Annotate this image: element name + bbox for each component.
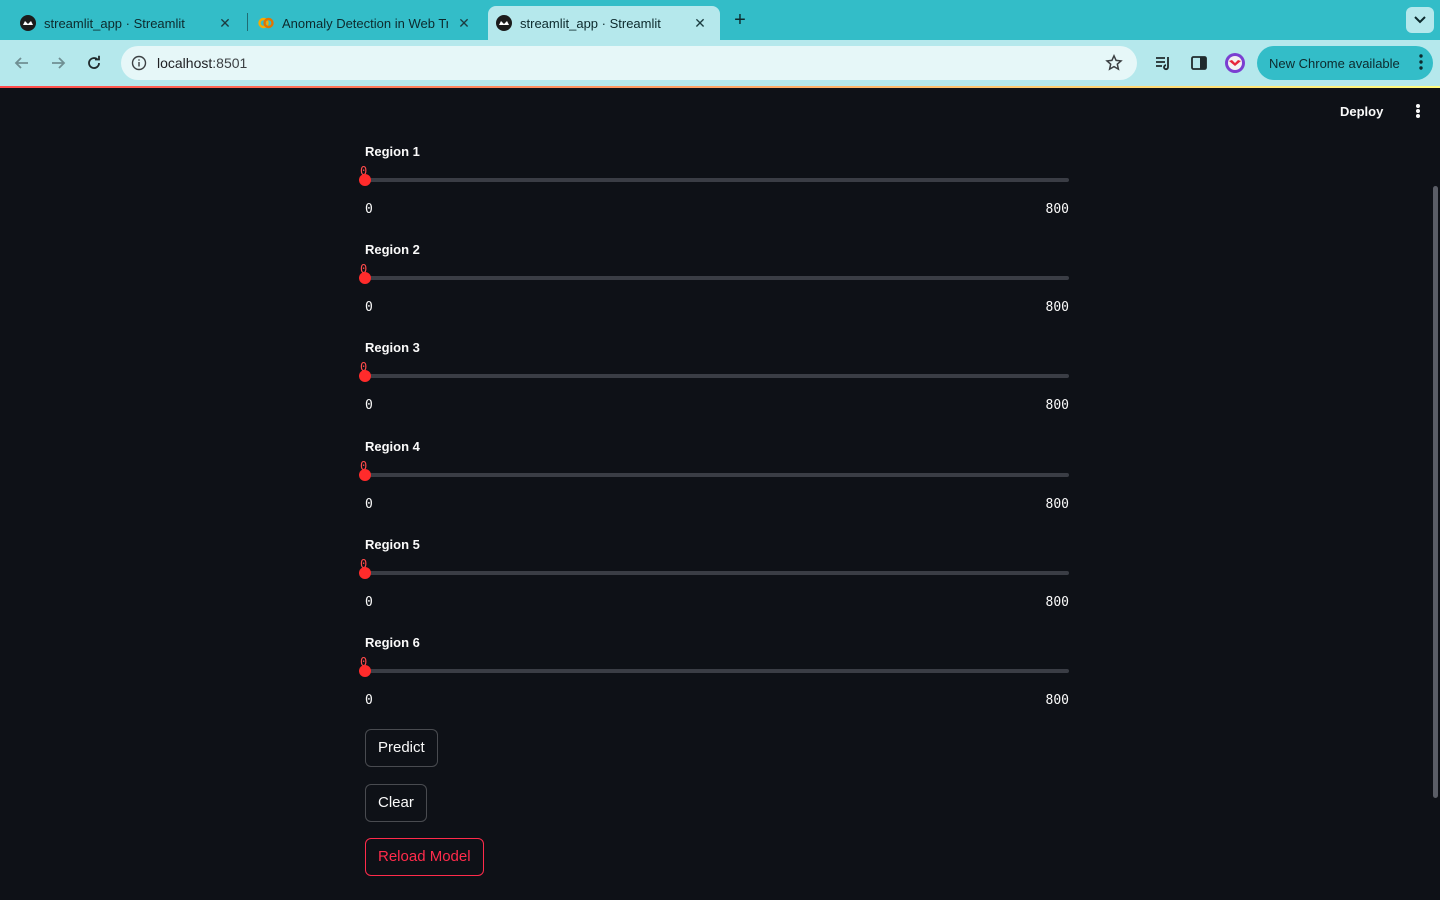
region-slider: Region 2 0 0 800 bbox=[359, 242, 1072, 332]
profile-avatar-icon[interactable] bbox=[1224, 52, 1246, 74]
region-slider: Region 3 0 0 800 bbox=[359, 340, 1072, 430]
slider-label: Region 6 bbox=[365, 635, 420, 650]
chevron-down-icon bbox=[1414, 16, 1426, 24]
media-control-icon[interactable] bbox=[1152, 52, 1174, 74]
slider-thumb[interactable] bbox=[359, 174, 371, 186]
browser-toolbar: localhost:8501 New Chrome available bbox=[0, 40, 1440, 86]
browser-tab-active[interactable]: streamlit_app · Streamlit ✕ bbox=[488, 6, 720, 40]
url-port: :8501 bbox=[212, 55, 248, 71]
page-scrollbar[interactable] bbox=[1433, 186, 1438, 798]
tab-title: streamlit_app · Streamlit bbox=[520, 15, 661, 31]
slider-thumb[interactable] bbox=[359, 665, 371, 677]
slider-label: Region 1 bbox=[365, 144, 420, 159]
side-panel-icon[interactable] bbox=[1188, 52, 1210, 74]
tab-title: Anomaly Detection in Web Tr bbox=[282, 15, 448, 31]
slider-label: Region 3 bbox=[365, 340, 420, 355]
bookmark-star-icon[interactable] bbox=[1105, 53, 1123, 72]
slider-min-label: 0 bbox=[365, 300, 373, 315]
slider-min-label: 0 bbox=[365, 497, 373, 512]
tab-title: streamlit_app · Streamlit bbox=[44, 15, 185, 31]
browser-tab[interactable]: Anomaly Detection in Web Tr ✕ bbox=[238, 6, 484, 40]
slider-min-label: 0 bbox=[365, 693, 373, 708]
slider-min-label: 0 bbox=[365, 202, 373, 217]
slider-track[interactable] bbox=[365, 473, 1069, 477]
reload-model-button[interactable]: Reload Model bbox=[365, 838, 484, 876]
new-tab-icon[interactable]: + bbox=[729, 9, 751, 31]
predict-button[interactable]: Predict bbox=[365, 729, 438, 767]
slider-max-label: 800 bbox=[1045, 300, 1069, 315]
slider-max-label: 800 bbox=[1045, 693, 1069, 708]
main-menu-icon[interactable] bbox=[1410, 102, 1426, 120]
slider-min-label: 0 bbox=[365, 595, 373, 610]
slider-track[interactable] bbox=[365, 669, 1069, 673]
slider-thumb[interactable] bbox=[359, 567, 371, 579]
slider-label: Region 2 bbox=[365, 242, 420, 257]
clear-button[interactable]: Clear bbox=[365, 784, 427, 822]
slider-track[interactable] bbox=[365, 276, 1069, 280]
slider-max-label: 800 bbox=[1045, 202, 1069, 217]
reload-icon bbox=[88, 55, 100, 69]
url-text: localhost:8501 bbox=[157, 55, 247, 71]
app-header: Deploy bbox=[0, 88, 1440, 134]
close-tab-icon[interactable]: ✕ bbox=[692, 15, 708, 31]
region-slider: Region 6 0 0 800 bbox=[359, 635, 1072, 725]
streamlit-icon bbox=[496, 15, 512, 31]
slider-max-label: 800 bbox=[1045, 595, 1069, 610]
new-chrome-available-button[interactable]: New Chrome available bbox=[1257, 46, 1433, 80]
slider-thumb[interactable] bbox=[359, 469, 371, 481]
tab-strip: streamlit_app · Streamlit ✕ Anomaly Dete… bbox=[0, 0, 1440, 40]
address-bar[interactable]: localhost:8501 bbox=[121, 46, 1137, 80]
slider-track[interactable] bbox=[365, 571, 1069, 575]
region-slider: Region 4 0 0 800 bbox=[359, 439, 1072, 529]
browser-tab[interactable]: streamlit_app · Streamlit ✕ bbox=[0, 6, 245, 40]
slider-label: Region 5 bbox=[365, 537, 420, 552]
site-info-icon[interactable] bbox=[129, 53, 149, 73]
slider-min-label: 0 bbox=[365, 398, 373, 413]
slider-thumb[interactable] bbox=[359, 272, 371, 284]
region-slider: Region 1 0 0 800 bbox=[359, 144, 1072, 234]
update-label: New Chrome available bbox=[1269, 55, 1400, 71]
slider-thumb[interactable] bbox=[359, 370, 371, 382]
region-slider: Region 5 0 0 800 bbox=[359, 537, 1072, 627]
forward-button[interactable] bbox=[46, 51, 70, 75]
slider-max-label: 800 bbox=[1045, 497, 1069, 512]
deploy-button[interactable]: Deploy bbox=[1340, 104, 1383, 119]
kebab-menu-icon bbox=[1419, 54, 1423, 73]
close-tab-icon[interactable]: ✕ bbox=[456, 15, 472, 31]
reload-button[interactable] bbox=[82, 51, 106, 75]
tab-search-button[interactable] bbox=[1406, 7, 1434, 33]
slider-label: Region 4 bbox=[365, 439, 420, 454]
url-host: localhost bbox=[157, 55, 213, 71]
slider-track[interactable] bbox=[365, 374, 1069, 378]
close-tab-icon[interactable]: ✕ bbox=[217, 15, 233, 31]
colab-icon bbox=[258, 15, 274, 31]
streamlit-icon bbox=[20, 15, 36, 31]
slider-max-label: 800 bbox=[1045, 398, 1069, 413]
arrow-right-icon bbox=[52, 57, 66, 69]
arrow-left-icon bbox=[14, 57, 28, 69]
slider-track[interactable] bbox=[365, 178, 1069, 182]
back-button[interactable] bbox=[10, 51, 34, 75]
